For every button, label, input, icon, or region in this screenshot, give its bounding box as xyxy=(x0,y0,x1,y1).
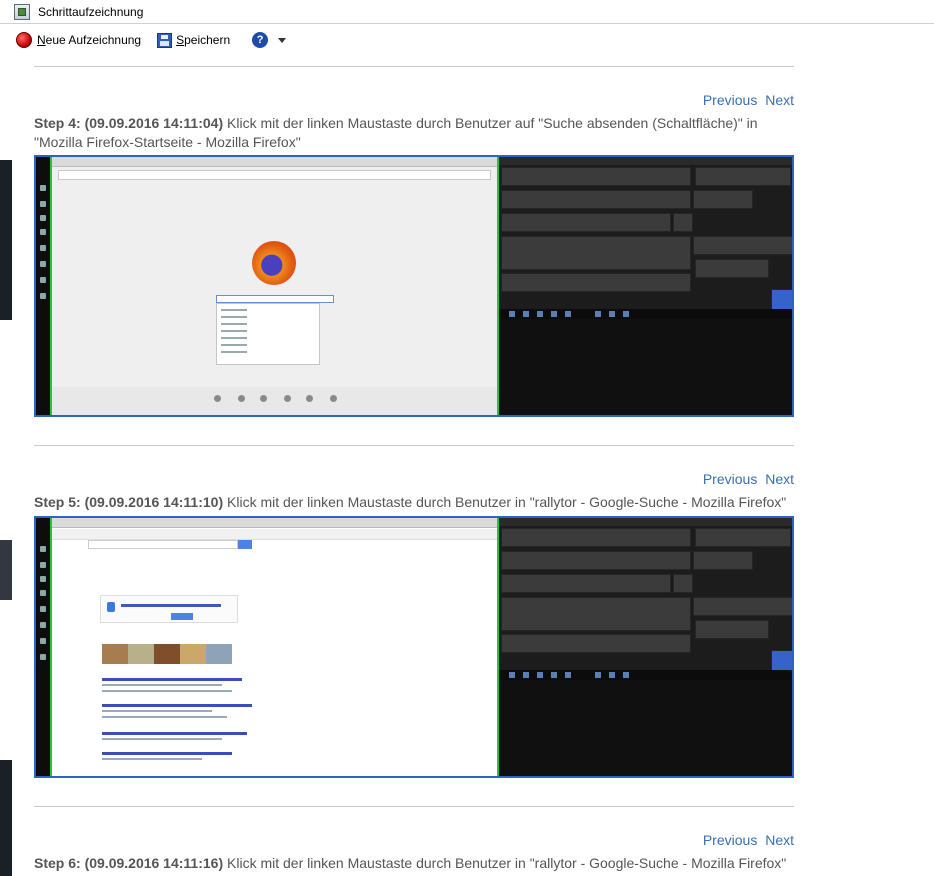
window-title: Schrittaufzeichnung xyxy=(38,4,144,19)
previous-link[interactable]: Previous xyxy=(703,832,757,848)
search-icon xyxy=(238,540,252,549)
step-nav: Previous Next xyxy=(699,471,794,487)
step-description: Step 4: (09.09.2016 14:11:04) Klick mit … xyxy=(34,114,794,152)
desktop-edge xyxy=(0,160,12,320)
divider xyxy=(34,806,794,807)
new-recording-label: Neue Aufzeichnung xyxy=(37,33,142,47)
taskbar xyxy=(499,670,792,680)
step-heading: Step 5: (09.09.2016 14:11:10) xyxy=(34,494,224,510)
google-search-field xyxy=(88,540,238,549)
record-icon xyxy=(16,32,32,48)
divider xyxy=(34,445,794,446)
step-nav: Previous Next xyxy=(699,92,794,108)
step-screenshot[interactable] xyxy=(34,155,794,417)
next-link[interactable]: Next xyxy=(765,832,794,848)
next-link[interactable]: Next xyxy=(765,471,794,487)
firefox-shortcuts xyxy=(52,387,497,415)
step-description: Step 5: (09.09.2016 14:11:10) Klick mit … xyxy=(34,493,794,512)
app-icon xyxy=(14,3,30,20)
divider xyxy=(34,66,794,67)
step-heading: Step 6: (09.09.2016 14:11:16) xyxy=(34,855,224,871)
taskbar xyxy=(36,157,50,415)
taskbar xyxy=(36,518,50,776)
on-screen-keyboard xyxy=(499,518,792,678)
firefox-logo-icon xyxy=(252,241,296,285)
step-detail: Klick mit der linken Maustaste durch Ben… xyxy=(227,494,787,510)
save-label: Speichern xyxy=(176,33,231,47)
search-field xyxy=(216,295,334,303)
new-recording-button[interactable]: Neue Aufzeichnung xyxy=(16,32,141,48)
help-button[interactable]: ? xyxy=(246,32,287,48)
privacy-notice-card xyxy=(100,595,238,623)
save-button[interactable]: Speichern xyxy=(157,32,231,48)
firefox-window xyxy=(52,157,497,415)
previous-link[interactable]: Previous xyxy=(703,471,757,487)
on-screen-keyboard xyxy=(499,157,792,317)
image-results xyxy=(102,644,232,664)
help-icon: ? xyxy=(252,32,269,48)
suggestion-dropdown xyxy=(216,303,320,365)
desktop-edge xyxy=(0,540,12,600)
google-results-window xyxy=(52,518,497,776)
step-description: Step 6: (09.09.2016 14:11:16) Klick mit … xyxy=(34,854,794,873)
toolbar: Neue Aufzeichnung Speichern ? xyxy=(0,26,934,54)
save-icon xyxy=(157,32,173,48)
step-detail: Klick mit der linken Maustaste durch Ben… xyxy=(227,855,787,871)
step-screenshot[interactable] xyxy=(34,516,794,778)
step-heading: Step 4: (09.09.2016 14:11:04) xyxy=(34,115,224,131)
next-link[interactable]: Next xyxy=(765,92,794,108)
chevron-down-icon[interactable] xyxy=(278,37,287,43)
taskbar xyxy=(499,309,792,319)
desktop-edge xyxy=(0,760,12,876)
title-bar: Schrittaufzeichnung xyxy=(0,0,934,24)
previous-link[interactable]: Previous xyxy=(703,92,757,108)
step-nav: Previous Next xyxy=(699,832,794,848)
